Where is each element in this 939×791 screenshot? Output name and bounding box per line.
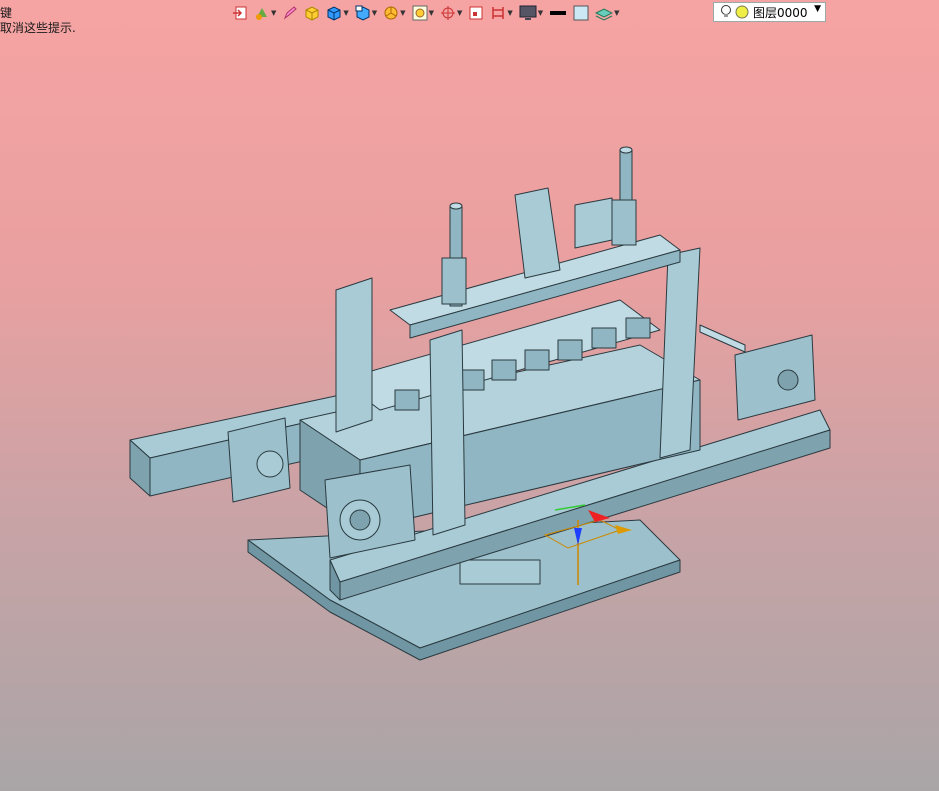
cad-viewport[interactable] (0, 0, 939, 791)
cad-model (129, 146, 831, 661)
